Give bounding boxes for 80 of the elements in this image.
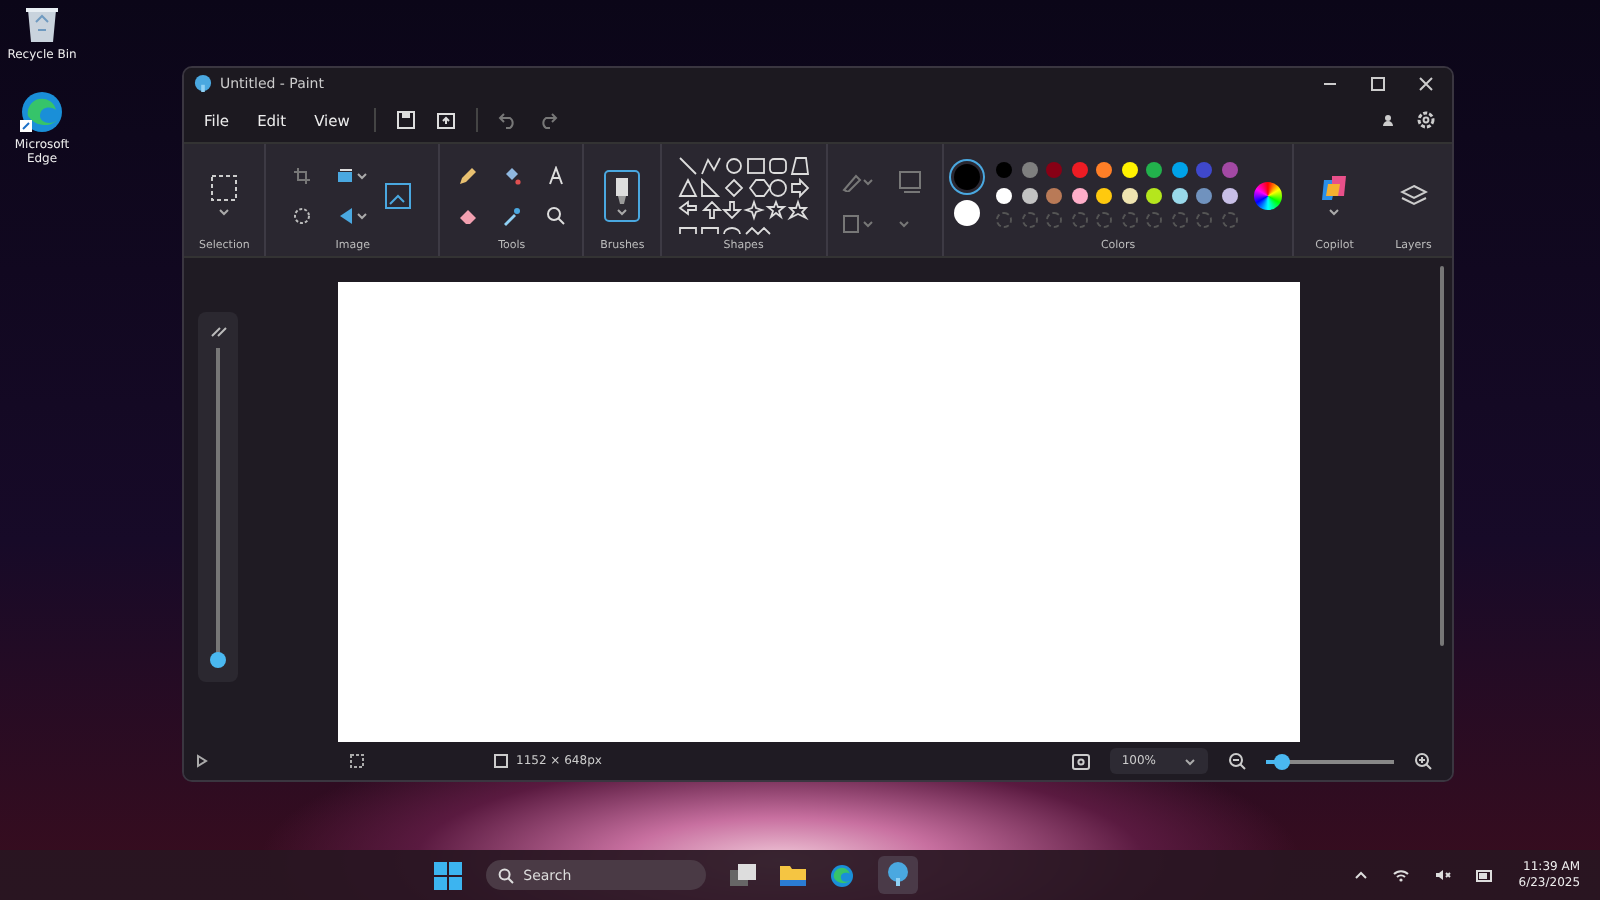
selection-icon[interactable] — [210, 174, 239, 203]
recycle-bin-icon[interactable] — [24, 4, 60, 44]
chevron-up-icon[interactable] — [1354, 870, 1369, 880]
color-swatch[interactable] — [1146, 187, 1163, 204]
folder-icon[interactable] — [779, 864, 806, 886]
color-swatch[interactable] — [1121, 162, 1138, 179]
canvas-size-icon — [494, 754, 508, 769]
maximize-icon[interactable] — [1368, 73, 1388, 94]
color-swatch[interactable] — [1096, 187, 1113, 204]
undo-icon[interactable] — [497, 110, 518, 131]
search-icon — [497, 867, 514, 883]
color-swatch[interactable] — [1046, 162, 1063, 179]
color-swatch[interactable] — [1046, 187, 1063, 204]
color-swatch[interactable] — [1021, 162, 1038, 179]
color-swatch[interactable] — [1196, 162, 1213, 179]
current-color-swatch[interactable] — [954, 164, 981, 191]
color-swatch[interactable] — [1221, 187, 1238, 204]
color-swatch[interactable] — [1146, 162, 1163, 179]
pointer-icon — [196, 754, 210, 769]
outline-icon[interactable] — [842, 171, 875, 192]
color-wheel-icon[interactable] — [1253, 181, 1282, 210]
selection-size-icon — [350, 754, 364, 769]
redo-icon[interactable] — [537, 110, 558, 131]
chevron-down-icon[interactable] — [1328, 208, 1341, 217]
speaker-muted-icon[interactable] — [1434, 868, 1453, 882]
eraser-icon[interactable] — [457, 205, 478, 226]
color-swatch[interactable] — [1171, 162, 1188, 179]
palette-app-icon — [194, 74, 212, 93]
brush-size-slider[interactable] — [210, 348, 226, 667]
zoom-slider[interactable] — [1266, 759, 1394, 764]
color-swatch[interactable] — [1096, 162, 1113, 179]
zoom-in-icon[interactable] — [1414, 752, 1432, 771]
fill-icon[interactable] — [842, 213, 875, 234]
color-swatch[interactable] — [996, 187, 1013, 204]
user-icon[interactable] — [1380, 112, 1396, 129]
color-swatch[interactable] — [1071, 162, 1088, 179]
color-swatch[interactable] — [1121, 187, 1138, 204]
paint-app-icon[interactable] — [885, 862, 910, 888]
chevron-down-icon[interactable] — [1184, 757, 1196, 766]
flip-icon[interactable] — [336, 205, 369, 226]
color-swatch[interactable] — [996, 162, 1013, 179]
pencil-icon[interactable] — [457, 165, 478, 186]
color-swatch[interactable] — [1221, 162, 1238, 179]
color-picker-icon[interactable] — [501, 205, 522, 226]
paint-taskbar-button[interactable] — [877, 856, 918, 894]
fill-bucket-icon[interactable] — [501, 165, 522, 186]
magnifier-icon[interactable] — [545, 205, 566, 226]
share-icon[interactable] — [435, 110, 456, 131]
save-icon[interactable] — [395, 110, 416, 131]
color-swatch[interactable] — [1021, 187, 1038, 204]
battery-icon[interactable] — [1476, 869, 1495, 881]
close-icon[interactable] — [1416, 73, 1436, 94]
wifi-icon[interactable] — [1392, 868, 1411, 882]
color-swatch[interactable] — [1071, 187, 1088, 204]
shape-fill-icon[interactable] — [898, 169, 927, 194]
color-swatch[interactable] — [1196, 187, 1213, 204]
fit-to-window-icon[interactable] — [1071, 753, 1090, 770]
brush-size-icon — [209, 324, 227, 339]
current-color-swatch[interactable] — [954, 200, 981, 227]
chevron-down-icon[interactable] — [898, 219, 911, 228]
text-icon[interactable] — [545, 165, 566, 186]
slider-thumb[interactable] — [1273, 753, 1290, 770]
resize-icon[interactable] — [336, 165, 369, 186]
shapes-gallery-drawing[interactable] — [677, 155, 810, 236]
brush-icon[interactable] — [604, 169, 641, 222]
scrollbar[interactable] — [1440, 266, 1444, 647]
copilot-icon[interactable] — [1320, 174, 1349, 203]
task-view-icon[interactable] — [729, 863, 756, 887]
settings-icon[interactable] — [1416, 110, 1436, 131]
slider-thumb[interactable] — [210, 652, 226, 669]
color-swatch[interactable] — [1171, 187, 1188, 204]
windows-start-icon[interactable] — [433, 861, 462, 889]
image-frame-icon[interactable] — [384, 181, 413, 210]
layers-icon[interactable] — [1399, 183, 1428, 208]
crop-icon[interactable] — [292, 165, 313, 186]
edge-browser-icon[interactable] — [20, 90, 64, 135]
zoom-out-icon[interactable] — [1228, 752, 1246, 771]
remove-background-icon[interactable] — [292, 205, 313, 226]
chevron-down-icon[interactable] — [218, 208, 231, 217]
edge-browser-icon[interactable] — [829, 863, 854, 887]
